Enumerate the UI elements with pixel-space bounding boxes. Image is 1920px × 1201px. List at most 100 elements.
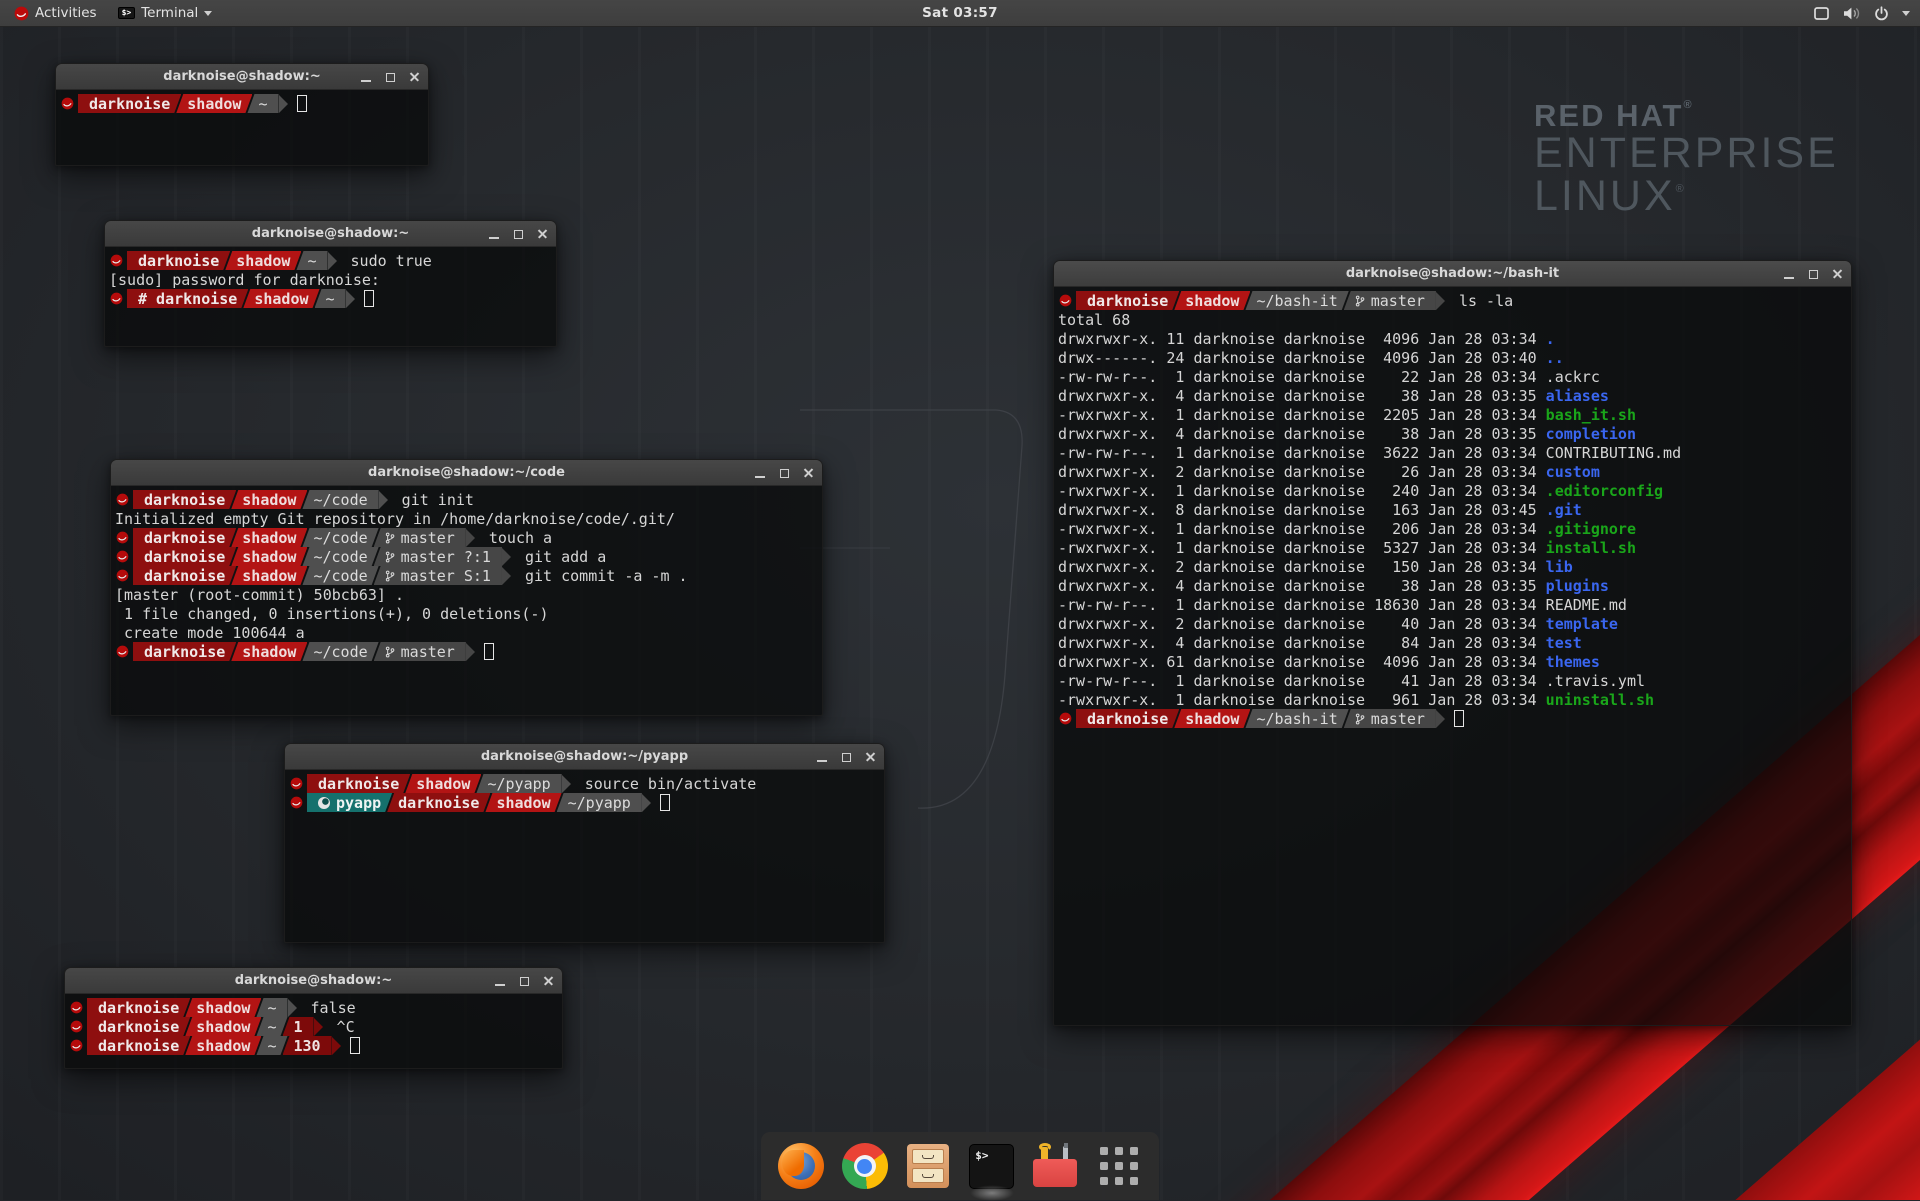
- maximize-button[interactable]: [776, 465, 792, 481]
- window-titlebar[interactable]: darknoise@shadow:~: [56, 64, 428, 90]
- redhat-fedora-icon: [116, 493, 129, 506]
- redhat-fedora-icon: [61, 97, 74, 110]
- minimize-button[interactable]: [752, 465, 768, 481]
- logo-reg-mark: ®: [1683, 99, 1693, 111]
- maximize-button[interactable]: [510, 226, 526, 242]
- prompt-segment-user: darknoise: [133, 642, 236, 661]
- terminal-text: git add a: [516, 548, 606, 566]
- system-menu-chevron-icon[interactable]: [1902, 11, 1910, 16]
- close-button[interactable]: [534, 226, 550, 242]
- prompt-segment-user: darknoise: [387, 793, 490, 812]
- terminal-line: drwxrwxr-x. 2 darknoise darknoise 150 Ja…: [1058, 557, 1847, 576]
- prompt-segment-path: ~/code: [302, 528, 378, 547]
- terminal-line: drwxrwxr-x. 4 darknoise darknoise 38 Jan…: [1058, 424, 1847, 443]
- terminal-text: -rw-rw-r--. 1 darknoise darknoise 18630 …: [1058, 596, 1627, 614]
- terminal-line: -rwxrwxr-x. 1 darknoise darknoise 240 Ja…: [1058, 481, 1847, 500]
- window-titlebar[interactable]: darknoise@shadow:~: [65, 968, 562, 994]
- clock[interactable]: Sat 03:57: [922, 5, 998, 21]
- window-titlebar[interactable]: darknoise@shadow:~/code: [111, 460, 822, 486]
- minimize-button[interactable]: [492, 973, 508, 989]
- prompt-segment-user: darknoise: [307, 774, 410, 793]
- terminal-line: darknoiseshadow~/codemaster touch a: [115, 528, 818, 547]
- maximize-button[interactable]: [516, 973, 532, 989]
- maximize-button[interactable]: [1805, 266, 1821, 282]
- close-button[interactable]: [800, 465, 816, 481]
- maximize-button[interactable]: [382, 69, 398, 85]
- terminal-body[interactable]: darknoiseshadow~/bash-itmaster ls -latot…: [1054, 287, 1851, 1025]
- minimize-button[interactable]: [814, 749, 830, 765]
- prompt-segment-user: darknoise: [1076, 291, 1179, 310]
- close-button[interactable]: [862, 749, 878, 765]
- prompt-segment-host: shadow: [185, 1036, 261, 1055]
- terminal-text: drwxrwxr-x. 2 darknoise darknoise 26 Jan…: [1058, 463, 1546, 481]
- terminal-text: .git: [1546, 501, 1582, 519]
- terminal-text: sudo true: [342, 252, 432, 270]
- prompt-segment-user: darknoise: [87, 1017, 190, 1036]
- dock-item-chrome[interactable]: [841, 1142, 889, 1190]
- prompt-segment-host: shadow: [231, 566, 307, 585]
- window-titlebar[interactable]: darknoise@shadow:~/bash-it: [1054, 261, 1851, 287]
- prompt-segment-path: ~/code: [302, 490, 378, 509]
- redhat-fedora-icon: [70, 1020, 83, 1033]
- terminal-window-code[interactable]: darknoise@shadow:~/codedarknoiseshadow~/…: [110, 459, 823, 716]
- terminal-cursor: [660, 794, 670, 811]
- terminal-text: drwxrwxr-x. 8 darknoise darknoise 163 Ja…: [1058, 501, 1546, 519]
- terminal-line: # darknoiseshadow~: [109, 289, 552, 308]
- terminal-body[interactable]: darknoiseshadow~/pyapp source bin/activa…: [285, 770, 884, 942]
- redhat-fedora-icon: [1059, 712, 1072, 725]
- prompt-segment-host: shadow: [1174, 291, 1250, 310]
- terminal-line: [sudo] password for darknoise:: [109, 270, 552, 289]
- terminal-line: darknoiseshadow~1 ^C: [69, 1017, 558, 1036]
- volume-icon[interactable]: [1843, 6, 1861, 21]
- minimize-button[interactable]: [358, 69, 374, 85]
- terminal-text: -rw-rw-r--. 1 darknoise darknoise 41 Jan…: [1058, 672, 1645, 690]
- maximize-button[interactable]: [838, 749, 854, 765]
- terminal-window-home-1[interactable]: darknoise@shadow:~ darknoiseshadow~: [55, 63, 429, 166]
- terminal-line: -rw-rw-r--. 1 darknoise darknoise 3622 J…: [1058, 443, 1847, 462]
- terminal-body[interactable]: darknoiseshadow~ falsedarknoiseshadow~1 …: [65, 994, 562, 1068]
- close-button[interactable]: [406, 69, 422, 85]
- app-menu-terminal[interactable]: $> Terminal: [110, 0, 221, 27]
- dock-item-toolbox[interactable]: [1031, 1142, 1079, 1190]
- terminal-window-sudo[interactable]: darknoise@shadow:~darknoiseshadow~ sudo …: [104, 220, 557, 347]
- dock-item-terminal[interactable]: $>: [968, 1142, 1016, 1190]
- terminal-window-bash-it[interactable]: darknoise@shadow:~/bash-itdarknoiseshado…: [1053, 260, 1852, 1026]
- terminal-body[interactable]: darknoiseshadow~ sudo true[sudo] passwor…: [105, 247, 556, 346]
- terminal-text: uninstall.sh: [1546, 691, 1654, 709]
- terminal-line: darknoiseshadow~ false: [69, 998, 558, 1017]
- screen-icon[interactable]: [1813, 6, 1830, 21]
- prompt-arrow: [328, 252, 337, 270]
- prompt-segment-user: darknoise: [133, 547, 236, 566]
- activities-label: Activities: [35, 5, 97, 21]
- prompt-arrow: [466, 529, 475, 547]
- terminal-line: darknoiseshadow~ sudo true: [109, 251, 552, 270]
- prompt-segment-host: shadow: [185, 998, 261, 1017]
- terminal-body[interactable]: darknoiseshadow~: [56, 90, 428, 165]
- power-icon[interactable]: [1874, 6, 1889, 21]
- terminal-line: darknoiseshadow~: [60, 94, 424, 113]
- terminal-text: create mode 100644 a: [115, 624, 305, 642]
- redhat-fedora-icon: [70, 1001, 83, 1014]
- prompt-segment-user: darknoise: [87, 1036, 190, 1055]
- terminal-line: drwxrwxr-x. 4 darknoise darknoise 38 Jan…: [1058, 576, 1847, 595]
- minimize-button[interactable]: [1781, 266, 1797, 282]
- terminal-line: -rwxrwxr-x. 1 darknoise darknoise 961 Ja…: [1058, 690, 1847, 709]
- terminal-line: darknoiseshadow~/codemaster ?:1 git add …: [115, 547, 818, 566]
- minimize-button[interactable]: [486, 226, 502, 242]
- terminal-window-home-2[interactable]: darknoise@shadow:~darknoiseshadow~ false…: [64, 967, 563, 1069]
- terminal-line: darknoiseshadow~/pyapp source bin/activa…: [289, 774, 880, 793]
- terminal-line: 1 file changed, 0 insertions(+), 0 delet…: [115, 604, 818, 623]
- terminal-body[interactable]: darknoiseshadow~/code git initInitialize…: [111, 486, 822, 715]
- terminal-line: -rw-rw-r--. 1 darknoise darknoise 41 Jan…: [1058, 671, 1847, 690]
- window-titlebar[interactable]: darknoise@shadow:~: [105, 221, 556, 247]
- terminal-window-pyapp[interactable]: darknoise@shadow:~/pyapp darknoiseshadow~…: [284, 743, 885, 943]
- dock-item-app-grid[interactable]: [1095, 1142, 1143, 1190]
- terminal-line: darknoiseshadow~/codemaster: [115, 642, 818, 661]
- top-bar: Activities $> Terminal Sat 03:57: [0, 0, 1920, 27]
- dock-item-firefox[interactable]: [777, 1142, 825, 1190]
- dock-item-files[interactable]: [904, 1142, 952, 1190]
- close-button[interactable]: [540, 973, 556, 989]
- close-button[interactable]: [1829, 266, 1845, 282]
- window-titlebar[interactable]: darknoise@shadow:~/pyapp: [285, 744, 884, 770]
- activities-button[interactable]: Activities: [8, 0, 103, 27]
